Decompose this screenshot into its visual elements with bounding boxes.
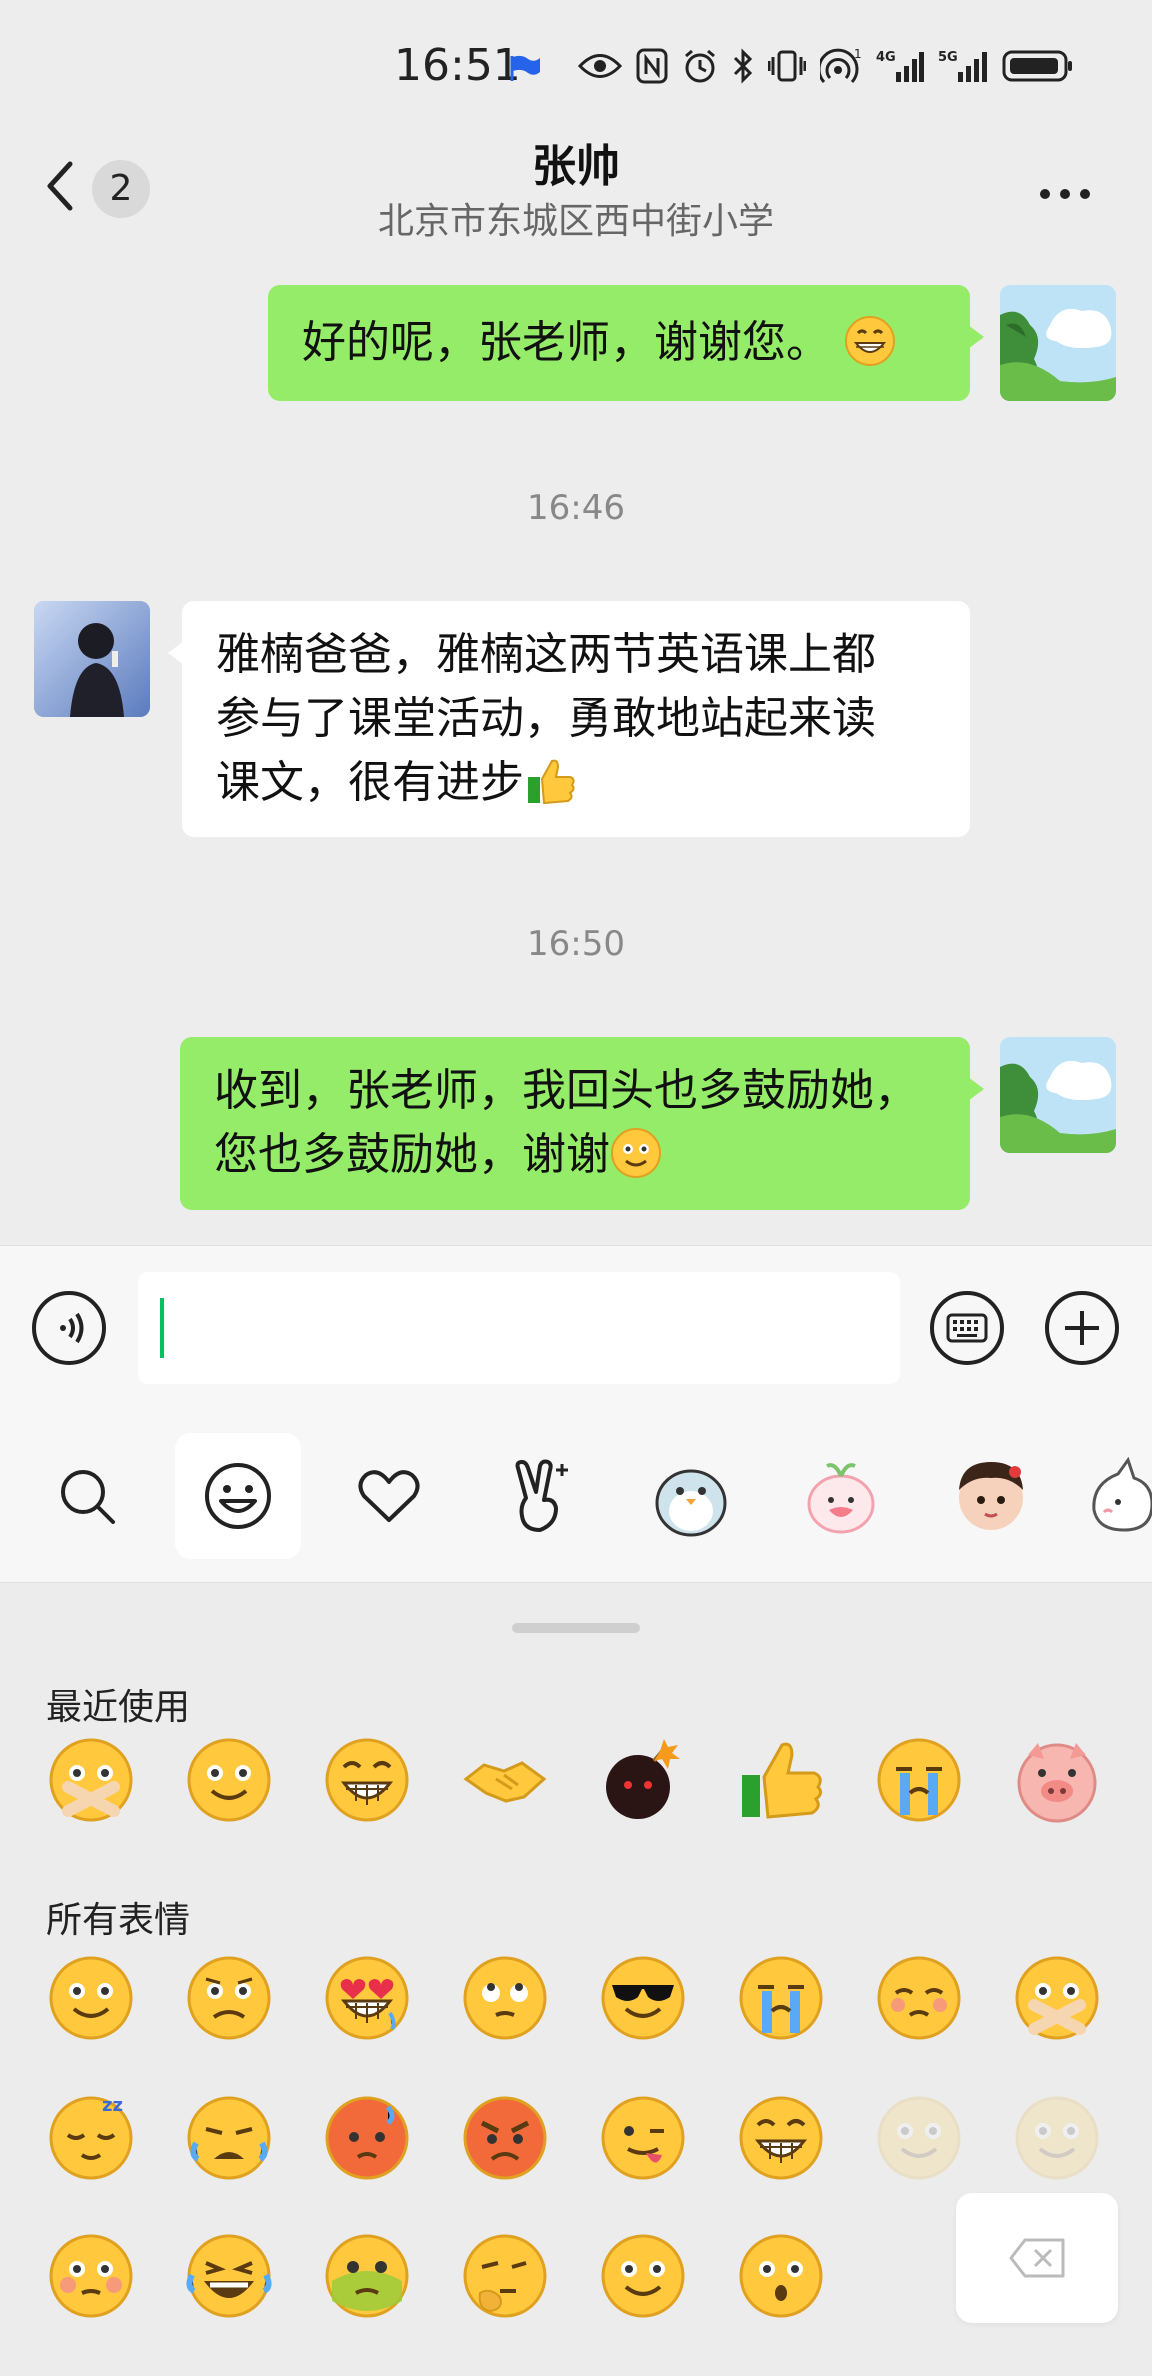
shy-emoji-icon[interactable] [874, 1953, 964, 2043]
recent-section-label: 最近使用 [46, 1687, 191, 1728]
tab-peach-stickers[interactable] [778, 1433, 904, 1559]
all-section-label: 所有表情 [46, 1900, 191, 1941]
tab-baby-stickers[interactable] [928, 1433, 1054, 1559]
chat-area[interactable]: 好的呢，张老师，谢谢您。 16:46 雅楠爸爸，雅楠这两节英语课上都 参与了课堂… [0, 260, 1152, 1245]
emoji-panel: 最近使用 所有表情 zz [0, 1583, 1152, 2376]
hotspot-icon: 1 [820, 48, 862, 84]
plus-icon[interactable] [1043, 1289, 1121, 1367]
chat-header: 2 张帅 北京市东城区西中街小学 [0, 130, 1152, 260]
cry-emoji-icon[interactable] [736, 1953, 826, 2043]
cry-emoji-icon[interactable] [874, 1735, 964, 1825]
sticker-tabs [0, 1423, 1152, 1583]
grin-emoji-icon[interactable] [322, 1735, 412, 1825]
my-avatar[interactable] [1000, 1037, 1116, 1153]
laugh-cry-emoji-icon[interactable] [184, 2231, 274, 2321]
timestamp: 16:50 [527, 924, 625, 964]
smile-emoji-icon[interactable] [184, 1735, 274, 1825]
signal-5g-icon: 5G [938, 50, 987, 82]
angry-red-emoji-icon[interactable] [322, 2093, 412, 2183]
page-title: 张帅 [532, 141, 620, 192]
thinking-emoji-icon[interactable] [460, 2231, 550, 2321]
message-input[interactable] [138, 1272, 900, 1384]
message-bubble[interactable]: 雅楠爸爸，雅楠这两节英语课上都 参与了课堂活动，勇敢地站起来读 课文，很有进步 [168, 601, 970, 837]
sleepy-emoji-icon[interactable]: zz [46, 2093, 136, 2183]
message-text: 好的呢，张老师，谢谢您。 [302, 317, 830, 368]
message-bubble[interactable]: 好的呢，张老师，谢谢您。 [268, 285, 984, 401]
furious-emoji-icon[interactable] [460, 2093, 550, 2183]
tab-cat-stickers[interactable] [1078, 1433, 1152, 1559]
heart-eyes-emoji-icon[interactable] [322, 1953, 412, 2043]
bluetooth-icon [733, 48, 753, 84]
faded-emoji-icon [1012, 2093, 1102, 2183]
status-bar: 16:51 1 4G 5G [0, 0, 1152, 130]
vibrate-icon [768, 50, 806, 82]
smile-emoji-icon [611, 1128, 661, 1178]
rolling-eyes-emoji-icon[interactable] [460, 1953, 550, 2043]
signal-4g-icon: 4G [876, 50, 924, 82]
wink-tongue-emoji-icon[interactable] [598, 2093, 688, 2183]
text-caret [160, 1298, 164, 1358]
bomb-emoji-icon[interactable] [598, 1735, 688, 1825]
peace-hand-icon [515, 1459, 568, 1532]
svg-text:1: 1 [854, 48, 862, 61]
thumbs-up-emoji-icon [528, 759, 575, 805]
battery-icon [1002, 50, 1072, 82]
search-icon [61, 1470, 115, 1524]
tab-search[interactable] [24, 1433, 150, 1559]
surprised-emoji-icon[interactable] [736, 2231, 826, 2321]
sick-emoji-icon[interactable] [322, 2231, 412, 2321]
panel-drag-handle[interactable] [512, 1623, 640, 1633]
page-subtitle: 北京市东城区西中街小学 [377, 201, 774, 242]
worried-emoji-icon[interactable] [184, 1953, 274, 2043]
heart-icon [358, 1470, 420, 1522]
cool-emoji-icon[interactable] [598, 1953, 688, 2043]
tab-gestures[interactable] [476, 1433, 602, 1559]
nfc-icon [636, 48, 668, 84]
thumbs-up-emoji-icon[interactable] [736, 1735, 826, 1825]
penguin-sticker [655, 1469, 727, 1537]
delete-button[interactable] [956, 2193, 1118, 2323]
keyboard-icon[interactable] [928, 1289, 1006, 1367]
handshake-emoji-icon[interactable] [460, 1735, 550, 1825]
happy-emoji-icon[interactable] [598, 2231, 688, 2321]
peach-sticker [807, 1463, 875, 1534]
eye-icon [578, 54, 622, 78]
emoji-icon [205, 1463, 271, 1529]
svg-text:zz: zz [102, 2095, 123, 2116]
contact-avatar[interactable] [34, 601, 150, 717]
message-line: 参与了课堂活动，勇敢地站起来读 [216, 693, 876, 744]
status-icons: 1 4G 5G [578, 44, 1074, 88]
grin-emoji-icon[interactable] [736, 2093, 826, 2183]
svg-text:5G: 5G [938, 50, 958, 65]
sob-emoji-icon[interactable] [184, 2093, 274, 2183]
alarm-icon [685, 49, 715, 83]
faded-emoji-icon [874, 2093, 964, 2183]
my-avatar[interactable] [1000, 285, 1116, 401]
timestamp: 16:46 [527, 488, 625, 528]
baby-sticker [959, 1462, 1023, 1530]
grin-emoji-icon [845, 316, 895, 366]
smile-emoji-icon[interactable] [46, 1953, 136, 2043]
cat-sticker [1092, 1456, 1152, 1532]
tab-emoji[interactable] [175, 1433, 301, 1559]
message-line: 您也多鼓励她，谢谢 [214, 1129, 610, 1180]
svg-text:4G: 4G [876, 50, 896, 65]
message-line: 收到，张老师，我回头也多鼓励她， [214, 1065, 918, 1116]
blush-emoji-icon[interactable] [46, 2231, 136, 2321]
backspace-icon [1009, 2238, 1065, 2278]
tab-penguin-stickers[interactable] [628, 1433, 754, 1559]
message-line: 课文，很有进步 [216, 757, 524, 808]
pig-emoji-icon[interactable] [1012, 1735, 1102, 1825]
message-bubble[interactable]: 收到，张老师，我回头也多鼓励她， 您也多鼓励她，谢谢 [180, 1037, 984, 1210]
flag-icon [510, 55, 540, 81]
shushing-emoji-icon[interactable] [46, 1735, 136, 1825]
voice-icon[interactable] [30, 1289, 108, 1367]
message-line: 雅楠爸爸，雅楠这两节英语课上都 [216, 629, 876, 680]
shushing-emoji-icon[interactable] [1012, 1953, 1102, 2043]
more-icon[interactable] [1040, 184, 1100, 199]
input-bar [0, 1245, 1152, 1423]
status-time: 16:51 [394, 40, 521, 91]
tab-favorites[interactable] [326, 1433, 452, 1559]
